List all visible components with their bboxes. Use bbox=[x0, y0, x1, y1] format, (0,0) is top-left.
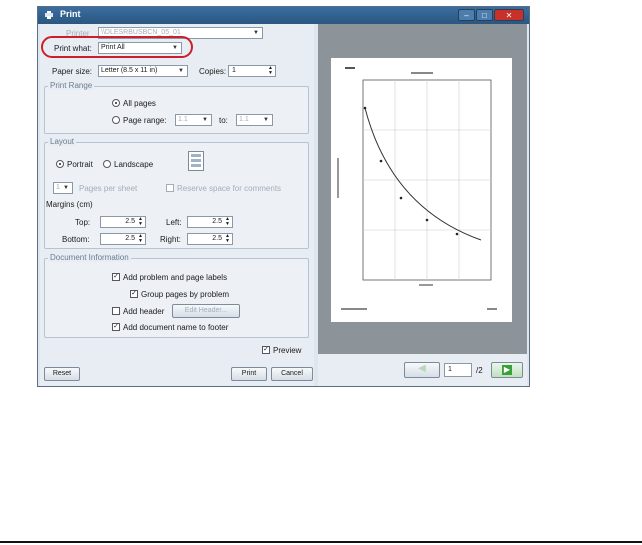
reserve-space-label: Reserve space for comments bbox=[177, 184, 282, 193]
previous-page-button[interactable]: ◀ bbox=[404, 362, 440, 378]
close-button[interactable]: ✕ bbox=[494, 9, 524, 21]
preview-checkbox[interactable]: ✓ bbox=[262, 346, 270, 354]
highlight-annotation bbox=[41, 36, 193, 58]
landscape-label: Landscape bbox=[114, 160, 154, 169]
group-pages-checkbox[interactable]: ✓ bbox=[130, 290, 138, 298]
print-button[interactable]: Print bbox=[231, 367, 267, 381]
maximize-button[interactable]: □ bbox=[476, 9, 493, 21]
landscape-radio[interactable] bbox=[103, 160, 111, 168]
margin-top-label: Top: bbox=[75, 218, 91, 227]
copies-value: 1 bbox=[232, 67, 236, 74]
page-layout-icon bbox=[188, 151, 204, 171]
add-header-checkbox[interactable] bbox=[112, 307, 120, 315]
spinner-arrows-icon: ▲ ▼ bbox=[138, 216, 143, 227]
arrow-left-icon: ◀ bbox=[418, 363, 426, 374]
range-from-select[interactable]: 1.1 ▼ bbox=[175, 114, 212, 126]
pages-per-sheet-select[interactable]: 1 ▼ bbox=[53, 182, 73, 194]
margin-right-value: 2.5 bbox=[212, 235, 222, 242]
page-number-input[interactable]: 1 bbox=[444, 363, 472, 377]
next-page-button[interactable]: ▶ bbox=[491, 362, 523, 378]
page-range-label: Page range: bbox=[123, 116, 167, 125]
add-doc-name-checkbox[interactable]: ✓ bbox=[112, 323, 120, 331]
copies-label: Copies: bbox=[199, 67, 227, 76]
cancel-button[interactable]: Cancel bbox=[271, 367, 313, 381]
add-header-label: Add header bbox=[123, 307, 165, 316]
page-range-radio[interactable] bbox=[112, 116, 120, 124]
pages-per-sheet-value: 1 bbox=[56, 184, 60, 191]
maximize-icon: □ bbox=[482, 11, 487, 20]
printer-app-icon bbox=[45, 11, 53, 19]
chevron-down-icon: ▼ bbox=[263, 117, 269, 123]
range-to-label: to: bbox=[219, 116, 228, 125]
add-problem-labels-label: Add problem and page labels bbox=[123, 273, 228, 282]
checkmark-icon: ✓ bbox=[113, 323, 119, 330]
pages-per-sheet-label: Pages per sheet bbox=[79, 184, 138, 193]
chevron-down-icon: ▼ bbox=[202, 117, 208, 123]
minimize-button[interactable]: – bbox=[458, 9, 475, 21]
checkmark-icon: ✓ bbox=[131, 290, 137, 297]
add-problem-labels-checkbox[interactable]: ✓ bbox=[112, 273, 120, 281]
margin-right-label: Right: bbox=[160, 235, 181, 244]
margin-bottom-spinner[interactable]: 2.5 ▲ ▼ bbox=[100, 233, 146, 245]
print-range-group bbox=[44, 86, 309, 134]
minimize-icon: – bbox=[464, 11, 469, 20]
margin-left-value: 2.5 bbox=[212, 218, 222, 225]
paper-size-value: Letter (8.5 x 11 in) bbox=[101, 67, 158, 74]
printer-value: \\DLESRBUSBCN_05_01 bbox=[101, 29, 181, 36]
divider-line bbox=[0, 541, 642, 543]
all-pages-label: All pages bbox=[123, 99, 156, 108]
close-icon: ✕ bbox=[505, 11, 513, 20]
spinner-arrows-icon: ▲ ▼ bbox=[268, 65, 273, 76]
margin-right-spinner[interactable]: 2.5 ▲ ▼ bbox=[187, 233, 233, 245]
margin-top-spinner[interactable]: 2.5 ▲ ▼ bbox=[100, 216, 146, 228]
checkmark-icon: ✓ bbox=[263, 346, 269, 353]
portrait-radio[interactable] bbox=[56, 160, 64, 168]
group-pages-label: Group pages by problem bbox=[141, 290, 230, 299]
margin-left-label: Left: bbox=[166, 218, 182, 227]
margin-bottom-label: Bottom: bbox=[62, 235, 90, 244]
chevron-down-icon: ▼ bbox=[253, 30, 259, 36]
edit-header-button[interactable]: Edit Header... bbox=[172, 304, 240, 318]
layout-title: Layout bbox=[48, 137, 77, 146]
chevron-down-icon: ▼ bbox=[63, 185, 69, 191]
window-title: Print bbox=[60, 9, 81, 19]
margin-left-spinner[interactable]: 2.5 ▲ ▼ bbox=[187, 216, 233, 228]
document-info-title: Document Information bbox=[48, 253, 131, 262]
title-bar[interactable] bbox=[38, 7, 529, 24]
paper-size-label: Paper size: bbox=[52, 67, 93, 76]
portrait-label: Portrait bbox=[67, 160, 93, 169]
paper-size-select[interactable]: Letter (8.5 x 11 in) ▼ bbox=[98, 65, 188, 77]
reset-button[interactable]: Reset bbox=[44, 367, 80, 381]
arrow-right-icon: ▶ bbox=[502, 365, 512, 375]
preview-graph-thumbnail bbox=[337, 67, 497, 310]
all-pages-radio[interactable] bbox=[112, 99, 120, 107]
page-total: /2 bbox=[476, 366, 483, 375]
copies-spinner[interactable]: 1 ▲ ▼ bbox=[228, 65, 276, 77]
preview-label: Preview bbox=[273, 346, 302, 355]
range-to-value: 1.1 bbox=[239, 116, 249, 123]
spinner-arrows-icon: ▲ ▼ bbox=[225, 233, 230, 244]
margins-label: Margins (cm) bbox=[46, 200, 93, 209]
margin-top-value: 2.5 bbox=[125, 218, 135, 225]
range-from-value: 1.1 bbox=[178, 116, 188, 123]
spinner-arrows-icon: ▲ ▼ bbox=[138, 233, 143, 244]
reserve-space-checkbox[interactable] bbox=[166, 184, 174, 192]
checkmark-icon: ✓ bbox=[113, 273, 119, 280]
range-to-select[interactable]: 1.1 ▼ bbox=[236, 114, 273, 126]
page-number-value: 1 bbox=[448, 366, 452, 373]
margin-bottom-value: 2.5 bbox=[125, 235, 135, 242]
spinner-arrows-icon: ▲ ▼ bbox=[225, 216, 230, 227]
add-doc-name-label: Add document name to footer bbox=[123, 323, 229, 332]
layout-group bbox=[44, 142, 309, 249]
print-range-title: Print Range bbox=[48, 81, 95, 90]
chevron-down-icon: ▼ bbox=[178, 68, 184, 74]
